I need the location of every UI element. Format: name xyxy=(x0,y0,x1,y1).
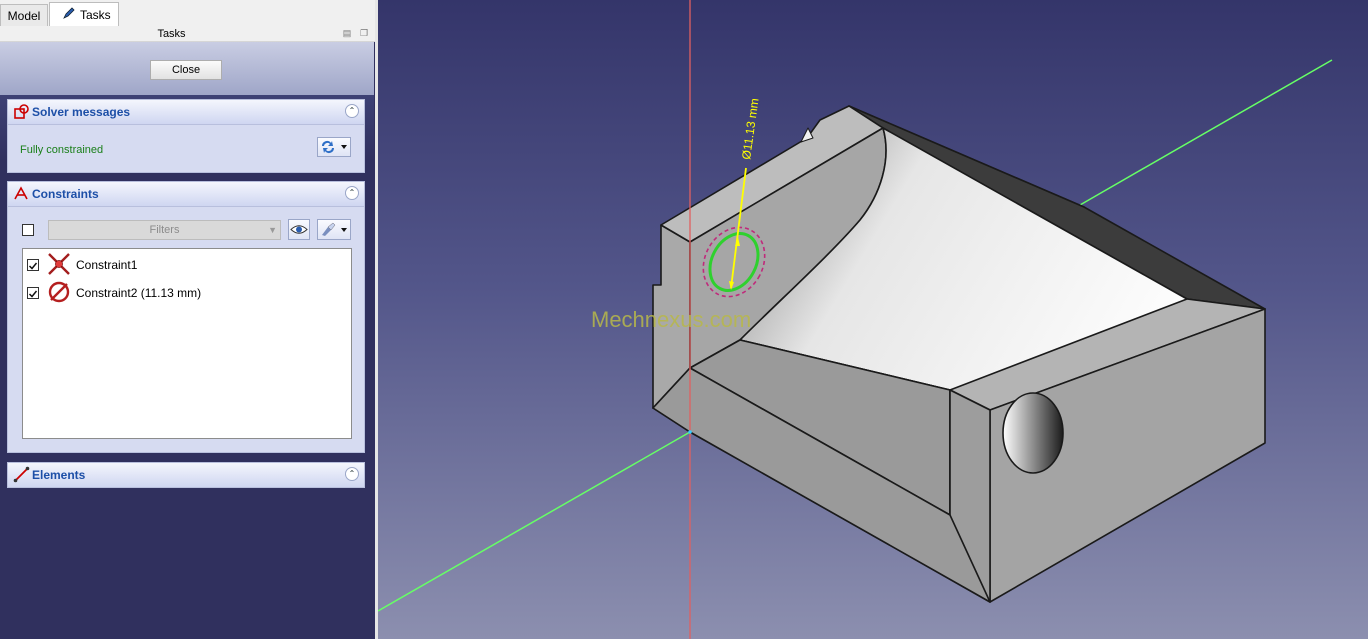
constraints-title: Constraints xyxy=(32,187,99,201)
tab-model-label: Model xyxy=(7,9,41,23)
settings-button[interactable] xyxy=(317,219,351,240)
tab-bar: Model Tasks xyxy=(0,0,375,28)
float-icon[interactable]: ❐ xyxy=(359,28,369,38)
select-all-checkbox[interactable] xyxy=(22,224,34,236)
elements-title: Elements xyxy=(32,468,86,482)
eye-icon xyxy=(290,225,308,234)
elements-section: Elements ⌃ xyxy=(7,462,365,488)
tab-tasks-label: Tasks xyxy=(80,8,111,22)
coincident-constraint-icon xyxy=(48,253,70,275)
constraints-icon xyxy=(14,186,28,200)
chevron-down-icon: ▼ xyxy=(268,225,277,235)
origin-point xyxy=(688,430,692,434)
elements-icon xyxy=(13,466,30,483)
dimension-label[interactable]: Ø11.13 mm xyxy=(739,97,761,160)
checkbox[interactable] xyxy=(27,287,39,299)
tab-model[interactable]: Model xyxy=(0,4,48,26)
solver-status: Fully constrained xyxy=(20,144,104,156)
collapse-icon[interactable]: ⌃ xyxy=(345,104,359,118)
model-view: Ø11.13 mm xyxy=(378,0,1333,639)
elements-header[interactable]: Elements ⌃ xyxy=(8,463,364,488)
list-item[interactable]: Constraint1 xyxy=(23,251,351,277)
constraint-list: Constraint1 Constraint2 (11.13 mm) xyxy=(22,248,352,439)
pencil-icon xyxy=(62,4,76,28)
auto-update-button[interactable] xyxy=(317,137,351,157)
solver-messages-title: Solver messages xyxy=(32,105,131,119)
panel-title-bar: Tasks ▤ ❐ xyxy=(0,27,375,42)
solver-messages-header[interactable]: Solver messages ⌃ xyxy=(8,100,364,125)
collapse-icon[interactable]: ⌃ xyxy=(345,467,359,481)
brush-icon xyxy=(322,222,347,236)
y-axis xyxy=(378,431,691,612)
checkbox[interactable] xyxy=(27,259,39,271)
solver-icon xyxy=(14,104,29,119)
y-axis-far xyxy=(1079,59,1333,206)
list-item[interactable]: Constraint2 (11.13 mm) xyxy=(23,279,351,305)
solver-messages-section: Solver messages ⌃ Fully constrained xyxy=(7,99,365,173)
3d-viewport[interactable]: Ø11.13 mm Mechnexus.com xyxy=(378,0,1368,639)
tab-tasks[interactable]: Tasks xyxy=(49,2,119,26)
constraints-section: Constraints ⌃ Filters ▼ Constraint1 Cons… xyxy=(7,181,365,453)
refresh-icon xyxy=(322,141,347,153)
watermark: Mechnexus.com xyxy=(591,307,752,332)
diameter-constraint-icon xyxy=(48,281,70,303)
panel-title: Tasks xyxy=(157,28,186,40)
visibility-button[interactable] xyxy=(288,219,310,240)
filters-label: Filters xyxy=(149,224,180,236)
filters-dropdown[interactable]: Filters ▼ xyxy=(48,220,281,240)
constraints-header[interactable]: Constraints ⌃ xyxy=(8,182,364,207)
minimize-icon[interactable]: ▤ xyxy=(342,28,352,38)
constraint-label: Constraint1 xyxy=(76,258,138,272)
task-panel: Model Tasks Tasks ▤ ❐ Close Solver messa… xyxy=(0,0,375,639)
collapse-icon[interactable]: ⌃ xyxy=(345,186,359,200)
close-button[interactable]: Close xyxy=(150,60,222,80)
constraint-label: Constraint2 (11.13 mm) xyxy=(76,286,202,300)
